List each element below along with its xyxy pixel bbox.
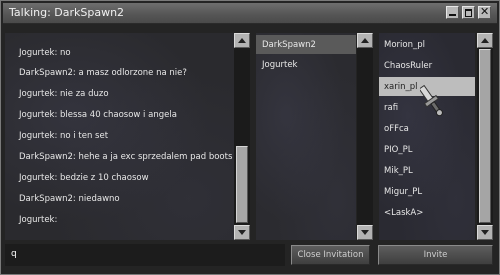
message-input-box[interactable] — [5, 244, 285, 266]
user-item[interactable]: Morion_pl — [384, 40, 425, 50]
title-bar[interactable]: Talking: DarkSpawn2 ✕ — [3, 3, 497, 24]
maximize-icon — [465, 9, 472, 17]
arrow-down-icon — [361, 230, 369, 235]
scroll-up-button[interactable] — [357, 33, 373, 48]
chat-log[interactable]: Jogurtek: no DarkSpawn2: a masz odlorzon… — [5, 33, 234, 240]
scroll-up-button[interactable] — [234, 33, 250, 48]
user-item[interactable]: PIO_PL — [384, 145, 412, 155]
members-list[interactable]: DarkSpawn2 Jogurtek — [256, 33, 356, 240]
members-scrollbar[interactable] — [357, 33, 373, 240]
invite-button[interactable]: Invite — [378, 245, 493, 265]
arrow-up-icon — [238, 38, 246, 43]
arrow-down-icon — [481, 230, 489, 235]
maximize-button[interactable] — [462, 6, 475, 19]
user-item[interactable]: oFFca — [384, 124, 409, 134]
chat-message: Jogurtek: — [19, 215, 58, 225]
scroll-thumb[interactable] — [479, 49, 491, 223]
arrow-down-icon — [238, 230, 246, 235]
sword-cursor-icon — [420, 84, 443, 117]
user-item[interactable]: Mik_PL — [384, 166, 413, 176]
scroll-thumb[interactable] — [236, 146, 248, 223]
chat-message: DarkSpawn2: a masz odlorzone na nie? — [19, 68, 187, 78]
user-item[interactable]: xarin_pl — [384, 82, 418, 92]
user-item[interactable]: ChaosRuler — [384, 61, 432, 71]
scroll-up-button[interactable] — [477, 33, 493, 48]
minimize-icon — [449, 14, 456, 16]
close-icon: ✕ — [480, 5, 490, 18]
close-invitation-button[interactable]: Close Invitation — [291, 245, 370, 265]
minimize-button[interactable] — [446, 6, 459, 19]
scroll-down-button[interactable] — [357, 225, 373, 240]
window-title: Talking: DarkSpawn2 — [9, 6, 125, 19]
chat-message: Jogurtek: no i ten set — [19, 131, 109, 141]
user-item[interactable]: Migur_PL — [384, 187, 422, 197]
arrow-up-icon — [361, 38, 369, 43]
message-input[interactable] — [11, 247, 271, 261]
chat-scrollbar[interactable] — [234, 33, 250, 240]
arrow-up-icon — [481, 38, 489, 43]
chat-message: DarkSpawn2: niedawno — [19, 194, 120, 204]
chat-message: Jogurtek: no — [19, 48, 71, 58]
user-item[interactable]: <LaskA> — [384, 208, 423, 218]
chat-message: Jogurtek: blessa 40 chaosow i angela — [19, 110, 177, 120]
chat-message: Jogurtek: bedzie z 10 chaosow — [19, 173, 149, 183]
scroll-down-button[interactable] — [477, 225, 493, 240]
scroll-down-button[interactable] — [234, 225, 250, 240]
users-list[interactable]: Morion_pl ChaosRuler xarin_pl rafi oFFca… — [379, 33, 475, 240]
chat-message: DarkSpawn2: hehe a ja exc sprzedalem pad… — [19, 152, 233, 162]
user-item[interactable]: rafi — [384, 103, 398, 113]
member-item[interactable]: DarkSpawn2 — [262, 40, 316, 50]
users-scrollbar[interactable] — [477, 33, 493, 240]
close-button[interactable]: ✕ — [478, 5, 491, 19]
member-item[interactable]: Jogurtek — [262, 60, 297, 70]
chat-message: Jogurtek: nie za duzo — [19, 89, 109, 99]
